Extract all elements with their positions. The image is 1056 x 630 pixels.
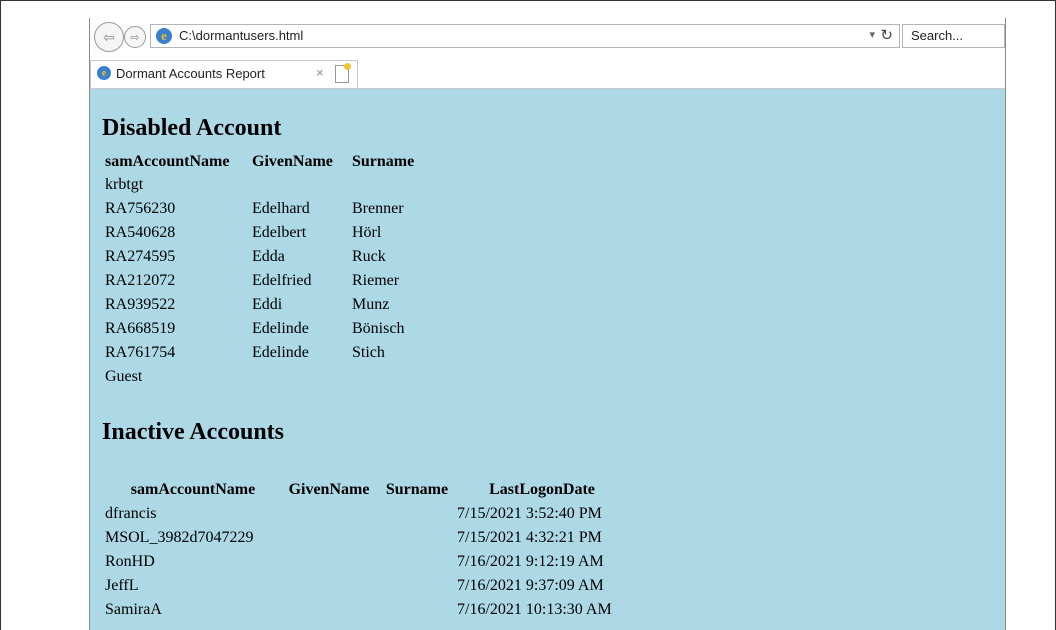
tab-title: Dormant Accounts Report	[116, 66, 265, 81]
column-header: Surname	[352, 153, 415, 170]
frame-border	[0, 0, 1056, 1]
close-icon[interactable]: ×	[316, 65, 324, 80]
column-header: GivenName	[252, 153, 333, 170]
table-row: RonHD 7/16/2021 9:12:19 AM	[105, 550, 627, 574]
back-arrow-icon: ⇦	[103, 28, 115, 45]
table-row: RA668519 Edelinde Bönisch	[105, 317, 442, 341]
refresh-icon[interactable]: ↻	[880, 26, 893, 44]
table-row: RA212072 Edelfried Riemer	[105, 269, 442, 293]
table-cell: RA212072	[105, 272, 176, 289]
table-cell: 7/16/2021 9:12:19 AM	[457, 553, 604, 570]
browser-toolbar: ⇦ ⇨ e C:\dormantusers.html ▾ ↻ Search...	[90, 18, 1005, 58]
table-cell: RA761754	[105, 344, 176, 361]
forward-button[interactable]: ⇨	[124, 26, 146, 48]
table-cell: Edelfried	[252, 272, 312, 289]
table-row: RA939522 Eddi Munz	[105, 293, 442, 317]
table-row: RA274595 Edda Ruck	[105, 245, 442, 269]
frame-border	[0, 0, 1, 630]
table-cell: Edelbert	[252, 224, 307, 241]
table-cell: RA756230	[105, 200, 176, 217]
table-cell: Riemer	[352, 272, 400, 289]
back-button[interactable]: ⇦	[94, 22, 124, 52]
table-row: Guest	[105, 365, 442, 389]
table-cell: dfrancis	[105, 505, 157, 522]
table-cell: Brenner	[352, 200, 404, 217]
table-cell: 7/16/2021 10:13:30 AM	[457, 601, 612, 618]
table-row: krbtgt	[105, 173, 442, 197]
table-cell: RA540628	[105, 224, 176, 241]
table-cell: RA939522	[105, 296, 176, 313]
table-cell	[352, 365, 442, 389]
table-cell	[252, 365, 352, 389]
table-header-row: samAccountName GivenName Surname	[105, 151, 442, 173]
disabled-accounts-table: samAccountName GivenName Surname krbtgt …	[105, 151, 442, 389]
table-cell: 7/16/2021 9:37:09 AM	[457, 577, 604, 594]
new-tab-icon[interactable]	[335, 63, 351, 83]
column-header: Surname	[385, 481, 449, 498]
table-cell: 7/15/2021 3:52:40 PM	[457, 505, 602, 522]
table-row: RA540628 Edelbert Hörl	[105, 221, 442, 245]
table-row: SamiraA 7/16/2021 10:13:30 AM	[105, 598, 627, 622]
table-cell: Hörl	[352, 224, 382, 241]
column-header: GivenName	[288, 481, 370, 498]
disabled-heading: Disabled Account	[102, 115, 282, 141]
table-cell: 7/15/2021 4:32:21 PM	[457, 529, 602, 546]
table-cell: Ruck	[352, 248, 386, 265]
inactive-accounts-table: samAccountName GivenName Surname LastLog…	[105, 478, 627, 622]
tab-dormant-accounts-report[interactable]: e Dormant Accounts Report ×	[90, 60, 358, 88]
column-header: samAccountName	[105, 153, 230, 170]
table-cell: Guest	[105, 368, 143, 385]
table-cell: Bönisch	[352, 320, 405, 337]
url-text: C:\dormantusers.html	[179, 28, 304, 43]
page-content: Disabled Account samAccountName GivenNam…	[90, 89, 1005, 630]
table-cell	[352, 173, 442, 197]
address-bar[interactable]: e C:\dormantusers.html ▾ ↻	[150, 24, 900, 48]
table-cell: Eddi	[252, 296, 283, 313]
tab-bar: e Dormant Accounts Report ×	[90, 58, 1005, 89]
table-cell: Edelhard	[252, 200, 310, 217]
table-cell	[252, 173, 352, 197]
search-input[interactable]: Search...	[902, 24, 1005, 48]
search-placeholder: Search...	[911, 28, 964, 43]
ie-page-icon: e	[156, 28, 172, 44]
table-cell: Edelinde	[252, 320, 309, 337]
table-cell: krbtgt	[105, 176, 144, 193]
inactive-heading: Inactive Accounts	[102, 419, 284, 445]
table-cell: Edda	[252, 248, 285, 265]
column-header: samAccountName	[130, 481, 256, 498]
table-row: RA761754 Edelinde Stich	[105, 341, 442, 365]
table-cell: Stich	[352, 344, 385, 361]
chevron-down-icon[interactable]: ▾	[869, 28, 875, 41]
table-row: dfrancis 7/15/2021 3:52:40 PM	[105, 502, 627, 526]
table-row: JeffL 7/16/2021 9:37:09 AM	[105, 574, 627, 598]
table-cell: SamiraA	[105, 601, 162, 618]
table-cell: Edelinde	[252, 344, 309, 361]
browser-window: ⇦ ⇨ e C:\dormantusers.html ▾ ↻ Search...…	[89, 18, 1006, 630]
table-row: RA756230 Edelhard Brenner	[105, 197, 442, 221]
column-header: LastLogonDate	[489, 481, 595, 498]
table-header-row: samAccountName GivenName Surname LastLog…	[105, 478, 627, 502]
table-cell: RonHD	[105, 553, 155, 570]
table-row: MSOL_3982d7047229 7/15/2021 4:32:21 PM	[105, 526, 627, 550]
table-cell: JeffL	[105, 577, 139, 594]
forward-arrow-icon: ⇨	[130, 31, 140, 44]
table-cell: Munz	[352, 296, 390, 313]
table-cell: MSOL_3982d7047229	[105, 529, 254, 546]
table-cell: RA274595	[105, 248, 176, 265]
ie-tab-icon: e	[97, 66, 111, 80]
table-cell: RA668519	[105, 320, 176, 337]
